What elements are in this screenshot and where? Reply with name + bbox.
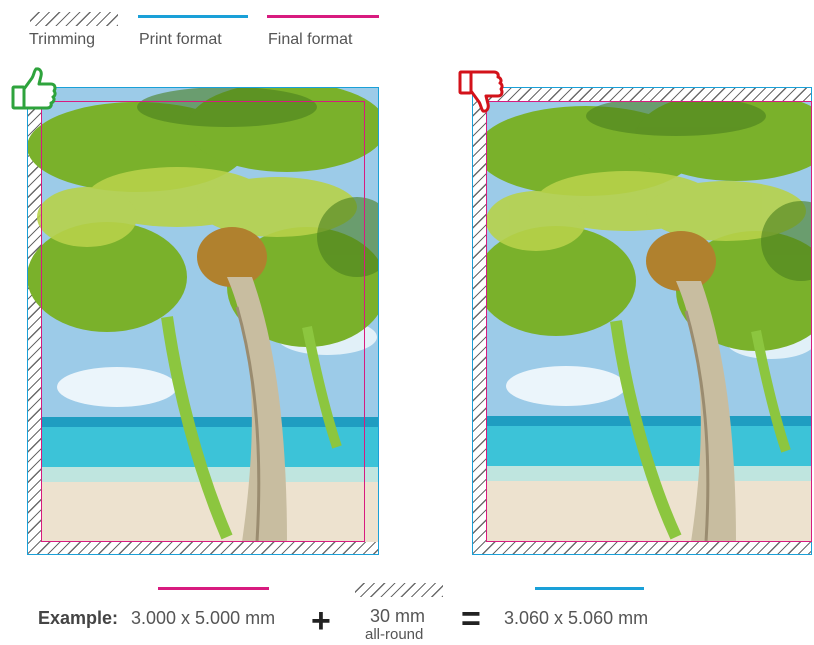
thumbs-down-icon <box>458 70 504 113</box>
print-size-value: 3.060 x 5.060 mm <box>504 608 649 628</box>
print-format-swatch <box>535 587 644 590</box>
example-label: Example <box>38 608 113 628</box>
correct-layout-panel <box>27 87 379 555</box>
trimming-swatch <box>30 12 118 26</box>
final-format-label: Final format <box>268 31 353 48</box>
final-size-value: 3.000 x 5.000 mm <box>131 608 276 628</box>
plus-icon: + <box>311 602 331 640</box>
trimming-swatch <box>355 583 443 597</box>
bleed-value: 30 mm <box>370 606 426 626</box>
final-format-swatch <box>158 587 269 590</box>
bleed-note: all-round <box>365 626 424 643</box>
incorrect-layout-panel <box>472 87 812 555</box>
example-row: Example: <box>38 608 118 629</box>
thumbs-up-icon <box>11 67 57 110</box>
trimming-label: Trimming <box>29 31 96 48</box>
final-format-swatch <box>267 15 379 18</box>
print-format-swatch <box>138 15 248 18</box>
final-format-outline <box>486 101 812 542</box>
print-format-label: Print format <box>139 31 222 48</box>
final-format-outline <box>41 101 365 542</box>
equals-icon: = <box>461 600 481 638</box>
example-separator: : <box>112 608 119 628</box>
